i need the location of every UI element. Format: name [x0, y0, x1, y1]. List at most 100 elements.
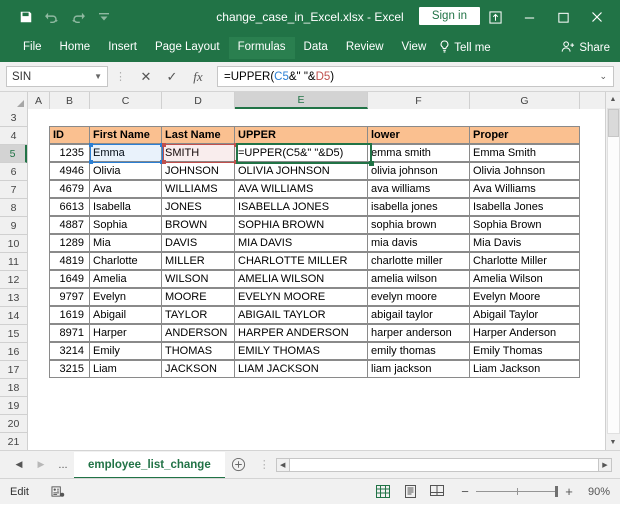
cell-c11[interactable]: Charlotte [89, 252, 162, 270]
vertical-scrollbar[interactable]: ▲ ▼ [605, 92, 620, 450]
minimize-icon[interactable] [512, 0, 546, 34]
horizontal-scrollbar-track[interactable] [289, 457, 598, 472]
horizontal-scrollbar[interactable]: ◀ ▶ [275, 457, 612, 472]
cell-a11[interactable] [28, 253, 50, 271]
cell-a10[interactable] [28, 235, 50, 253]
cell-a17[interactable] [28, 361, 50, 379]
expand-formula-bar-icon[interactable]: ⌄ [599, 71, 607, 82]
column-header-e[interactable]: E [235, 92, 368, 109]
cell-e14[interactable]: ABIGAIL TAYLOR [234, 306, 368, 324]
customize-quick-access-toolbar-icon[interactable] [92, 5, 116, 29]
ribbon-tab-view[interactable]: View [393, 37, 436, 59]
insert-function-icon[interactable]: fx [185, 66, 211, 88]
cell-d17[interactable]: JACKSON [161, 360, 235, 378]
row-header-11[interactable]: 11 [0, 253, 27, 271]
normal-view-icon[interactable] [374, 484, 392, 500]
column-header-a[interactable]: A [28, 92, 50, 109]
cell-d6[interactable]: JOHNSON [161, 162, 235, 180]
row-header-3[interactable]: 3 [0, 109, 27, 127]
ribbon-display-options-icon[interactable] [478, 0, 512, 34]
cell-f14[interactable]: abigail taylor [367, 306, 470, 324]
ribbon-tab-review[interactable]: Review [337, 37, 393, 59]
sheet-list-ellipsis[interactable]: ... [52, 459, 74, 471]
zoom-in-button[interactable]: + [563, 484, 575, 499]
ribbon-tab-page-layout[interactable]: Page Layout [146, 37, 229, 59]
cell-f8[interactable]: isabella jones [367, 198, 470, 216]
sign-in-button[interactable]: Sign in [418, 7, 480, 25]
cancel-formula-icon[interactable]: ✕ [133, 66, 159, 88]
cell-e15[interactable]: HARPER ANDERSON [234, 324, 368, 342]
zoom-slider-thumb[interactable] [555, 486, 558, 497]
cell-g17[interactable]: Liam Jackson [469, 360, 580, 378]
cell-g8[interactable]: Isabella Jones [469, 198, 580, 216]
cell-g13[interactable]: Evelyn Moore [469, 288, 580, 306]
cell-f4-lower[interactable]: lower [367, 126, 470, 144]
tell-me-button[interactable]: Tell me [439, 40, 491, 56]
cell-b7[interactable]: 4679 [49, 180, 90, 198]
cell-e10[interactable]: MIA DAVIS [234, 234, 368, 252]
cell-f9[interactable]: sophia brown [367, 216, 470, 234]
previous-sheet-icon[interactable]: ◀ [8, 454, 30, 476]
row-header-19[interactable]: 19 [0, 397, 27, 415]
cell-f10[interactable]: mia davis [367, 234, 470, 252]
name-box[interactable]: SIN ▼ [6, 66, 108, 87]
cell-c5[interactable]: Emma [89, 144, 162, 162]
row-header-7[interactable]: 7 [0, 181, 27, 199]
accessibility-checker-icon[interactable] [51, 485, 65, 498]
scroll-up-icon[interactable]: ▲ [605, 92, 620, 107]
row-header-4[interactable]: 4 [0, 127, 27, 145]
cell-f11[interactable]: charlotte miller [367, 252, 470, 270]
cell-d3[interactable] [162, 109, 235, 127]
cell-b17[interactable]: 3215 [49, 360, 90, 378]
row-header-17[interactable]: 17 [0, 361, 27, 379]
cell-d5[interactable]: SMITH [161, 144, 235, 162]
cell-g4-proper[interactable]: Proper [469, 126, 580, 144]
row-header-6[interactable]: 6 [0, 163, 27, 181]
cell-d11[interactable]: MILLER [161, 252, 235, 270]
cell-row21[interactable] [28, 433, 588, 450]
zoom-level-label[interactable]: 90% [580, 486, 610, 498]
cell-b10[interactable]: 1289 [49, 234, 90, 252]
cell-e4-upper[interactable]: UPPER [234, 126, 368, 144]
row-header-18[interactable]: 18 [0, 379, 27, 397]
ribbon-tab-file[interactable]: File [14, 37, 51, 59]
undo-icon[interactable] [40, 5, 64, 29]
vertical-scrollbar-thumb[interactable] [607, 109, 619, 137]
cell-d15[interactable]: ANDERSON [161, 324, 235, 342]
cell-f12[interactable]: amelia wilson [367, 270, 470, 288]
cell-a6[interactable] [28, 163, 50, 181]
cell-f7[interactable]: ava williams [367, 180, 470, 198]
cell-c15[interactable]: Harper [89, 324, 162, 342]
cell-b5[interactable]: 1235 [49, 144, 90, 162]
cell-g5[interactable]: Emma Smith [469, 144, 580, 162]
cell-f3[interactable] [368, 109, 470, 127]
cell-g11[interactable]: Charlotte Miller [469, 252, 580, 270]
cell-f15[interactable]: harper anderson [367, 324, 470, 342]
cell-row18[interactable] [28, 379, 588, 397]
cell-a3[interactable] [28, 109, 50, 127]
cell-f6[interactable]: olivia johnson [367, 162, 470, 180]
ribbon-tab-formulas[interactable]: Formulas [228, 37, 295, 59]
cell-c6[interactable]: Olivia [89, 162, 162, 180]
sheet-bar-splitter[interactable]: ⋮ [259, 458, 270, 471]
cell-a16[interactable] [28, 343, 50, 361]
cell-g12[interactable]: Amelia Wilson [469, 270, 580, 288]
cell-c9[interactable]: Sophia [89, 216, 162, 234]
row-header-13[interactable]: 13 [0, 289, 27, 307]
cell-e5[interactable]: =UPPER(C5&" "&D5) [234, 144, 368, 162]
cell-d16[interactable]: THOMAS [161, 342, 235, 360]
cell-b11[interactable]: 4819 [49, 252, 90, 270]
cell-g15[interactable]: Harper Anderson [469, 324, 580, 342]
row-header-8[interactable]: 8 [0, 199, 27, 217]
column-header-c[interactable]: C [90, 92, 162, 109]
cell-f13[interactable]: evelyn moore [367, 288, 470, 306]
cell-e8[interactable]: ISABELLA JONES [234, 198, 368, 216]
close-icon[interactable] [580, 0, 614, 34]
cell-c14[interactable]: Abigail [89, 306, 162, 324]
row-header-15[interactable]: 15 [0, 325, 27, 343]
cell-row20[interactable] [28, 415, 588, 433]
cell-d9[interactable]: BROWN [161, 216, 235, 234]
cell-c4-first-name[interactable]: First Name [89, 126, 162, 144]
cell-b9[interactable]: 4887 [49, 216, 90, 234]
cell-e11[interactable]: CHARLOTTE MILLER [234, 252, 368, 270]
